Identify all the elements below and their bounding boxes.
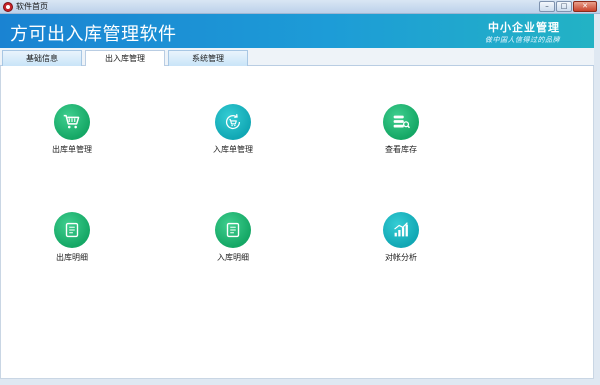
tile-label: 查看库存 [385,145,417,154]
main-content: 出库单管理 入库单管理 查看库存 出库明细 入库明细 对帐分析 [0,66,594,379]
refresh-cart-icon [215,104,251,140]
tile-label: 入库单管理 [213,145,253,154]
detail-document-icon [215,212,251,248]
tile-reconciliation-analysis[interactable]: 对帐分析 [361,212,441,263]
tile-label: 出库单管理 [52,145,92,154]
tile-label: 入库明细 [217,253,249,262]
app-name: 方可出入库管理软件 [10,24,177,45]
tile-outbound-details[interactable]: 出库明细 [32,212,112,263]
window-controls: – □ ✕ [539,1,597,13]
tile-inbound-details[interactable]: 入库明细 [193,212,273,263]
tile-label: 对帐分析 [385,253,417,262]
maximize-button[interactable]: □ [556,1,572,12]
window-edge-right [594,14,600,385]
stack-list-icon [383,104,419,140]
tab-basic-info[interactable]: 基础信息 [2,50,82,66]
tab-system-management[interactable]: 系统管理 [168,50,248,66]
tab-bar: 基础信息 出入库管理 系统管理 [0,48,600,67]
bar-chart-icon [383,212,419,248]
tile-view-inventory[interactable]: 查看库存 [361,104,441,155]
slogan-sub: 做中国人信得过的品牌 [485,36,560,44]
window-titlebar: 软件首页 – □ ✕ [0,0,600,14]
app-logo-icon [3,2,13,12]
tile-inbound-orders[interactable]: 入库单管理 [193,104,273,155]
detail-document-icon [54,212,90,248]
tab-inventory-management[interactable]: 出入库管理 [85,50,165,67]
window-edge-bottom [0,379,600,385]
slogan-main: 中小企业管理 [488,21,560,34]
close-button[interactable]: ✕ [573,1,597,12]
minimize-button[interactable]: – [539,1,555,12]
window-title: 软件首页 [16,2,48,11]
tile-outbound-orders[interactable]: 出库单管理 [32,104,112,155]
shopping-cart-icon [54,104,90,140]
header-banner: 方可出入库管理软件 中小企业管理 做中国人信得过的品牌 [0,14,600,48]
tile-label: 出库明细 [56,253,88,262]
